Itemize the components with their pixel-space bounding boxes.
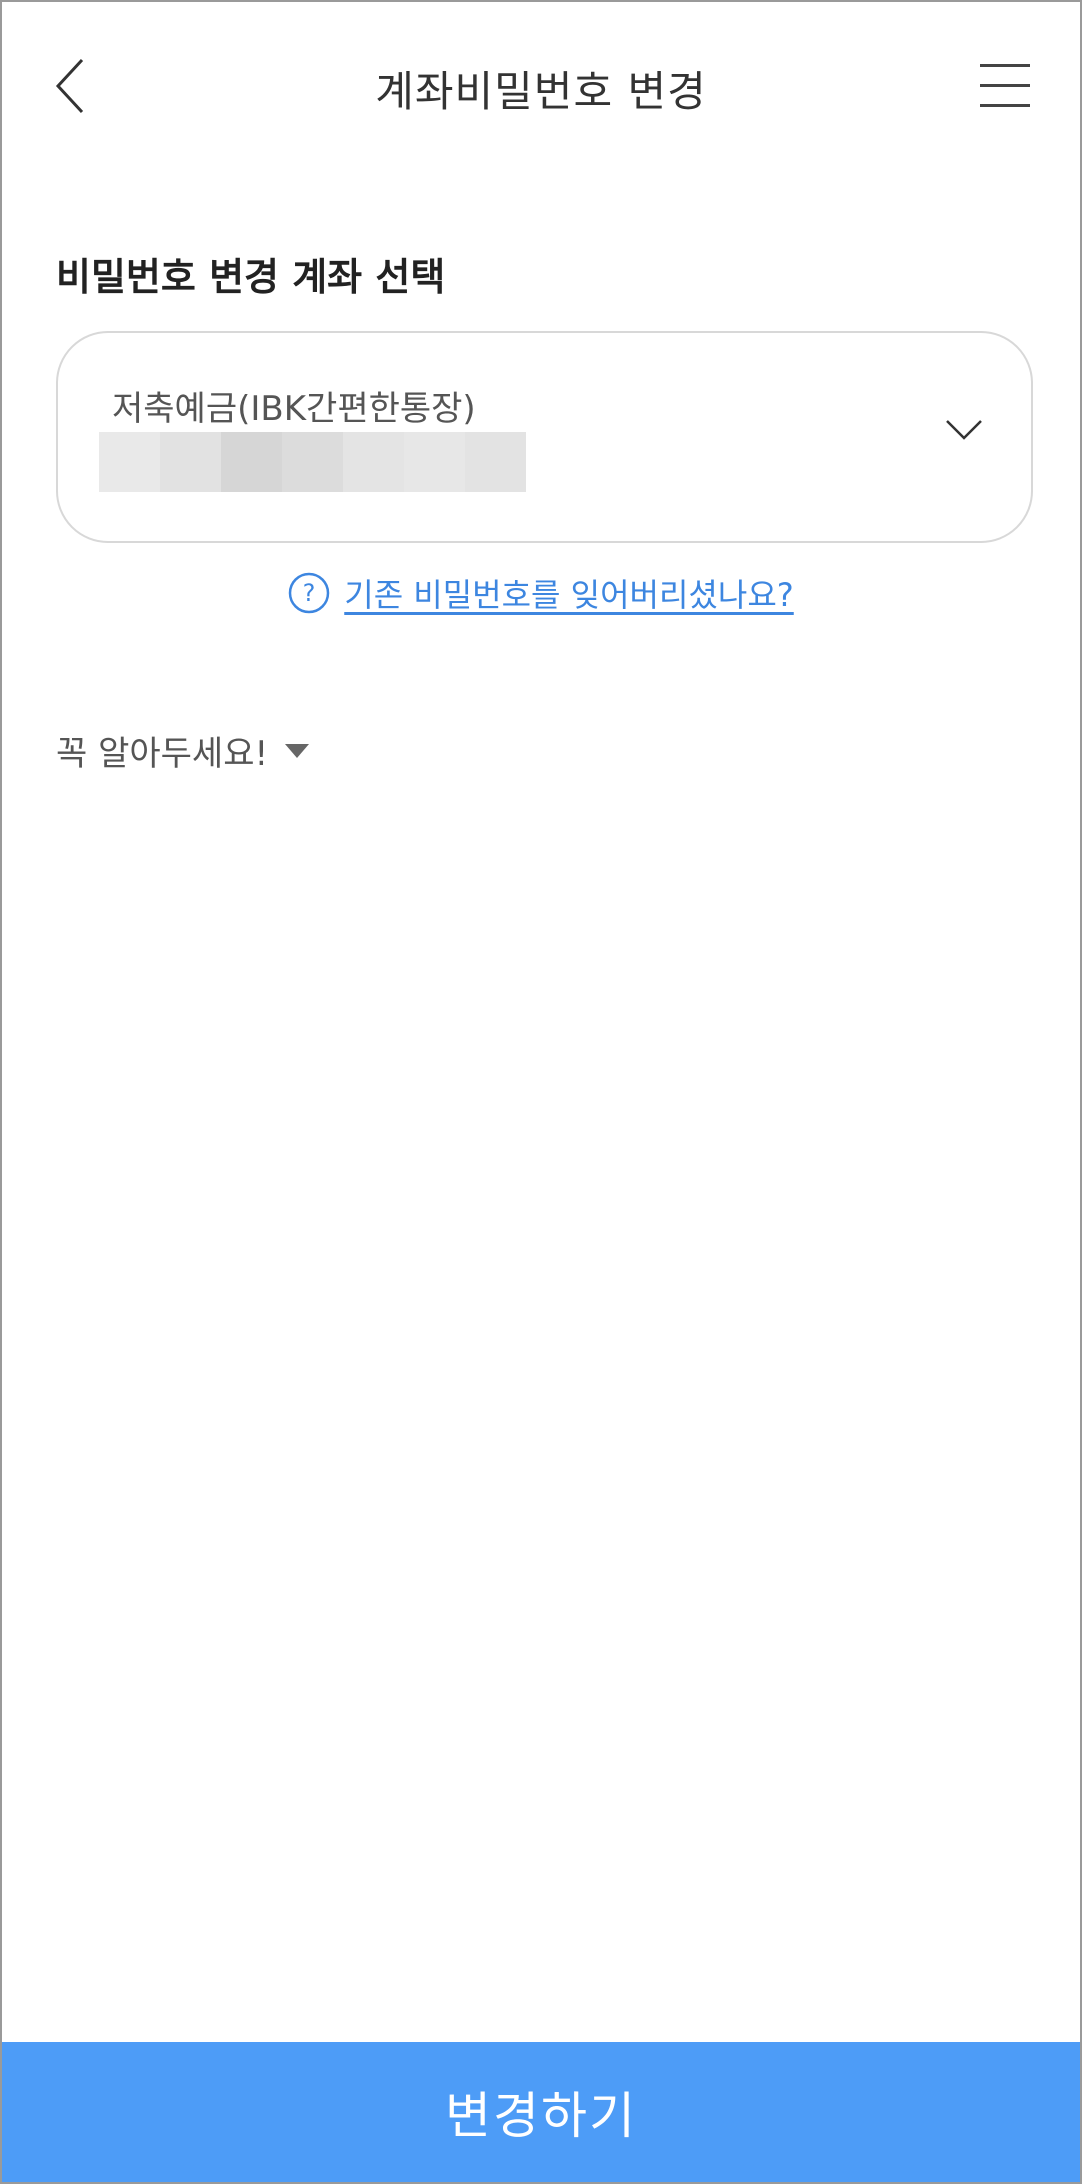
change-password-button[interactable]: 변경하기 [2, 2042, 1080, 2182]
header: 계좌비밀번호 변경 [2, 2, 1080, 174]
forgot-password-text[interactable]: 기존 비밀번호를 잊어버리셨나요? [344, 570, 794, 616]
page-title: 계좌비밀번호 변경 [375, 67, 707, 116]
hamburger-menu-icon [980, 64, 1030, 67]
account-name: 저축예금(IBK간편한통장) [112, 389, 476, 429]
question-circle-icon: ? [289, 572, 330, 614]
masked-account-number [99, 432, 526, 492]
notice-toggle[interactable]: 꼭 알아두세요! [56, 726, 310, 775]
svg-text:?: ? [303, 579, 316, 607]
chevron-down-icon [946, 420, 982, 440]
section-label: 비밀번호 변경 계좌 선택 [56, 255, 446, 299]
caret-down-icon [285, 743, 310, 758]
screen: 계좌비밀번호 변경 비밀번호 변경 계좌 선택 저축예금(IBK간편한통장) ?… [0, 0, 1082, 2184]
forgot-password-link[interactable]: ? 기존 비밀번호를 잊어버리셨나요? [2, 570, 1080, 616]
account-select[interactable]: 저축예금(IBK간편한통장) [56, 331, 1033, 543]
notice-label: 꼭 알아두세요! [56, 734, 269, 774]
menu-button[interactable] [978, 60, 1034, 112]
